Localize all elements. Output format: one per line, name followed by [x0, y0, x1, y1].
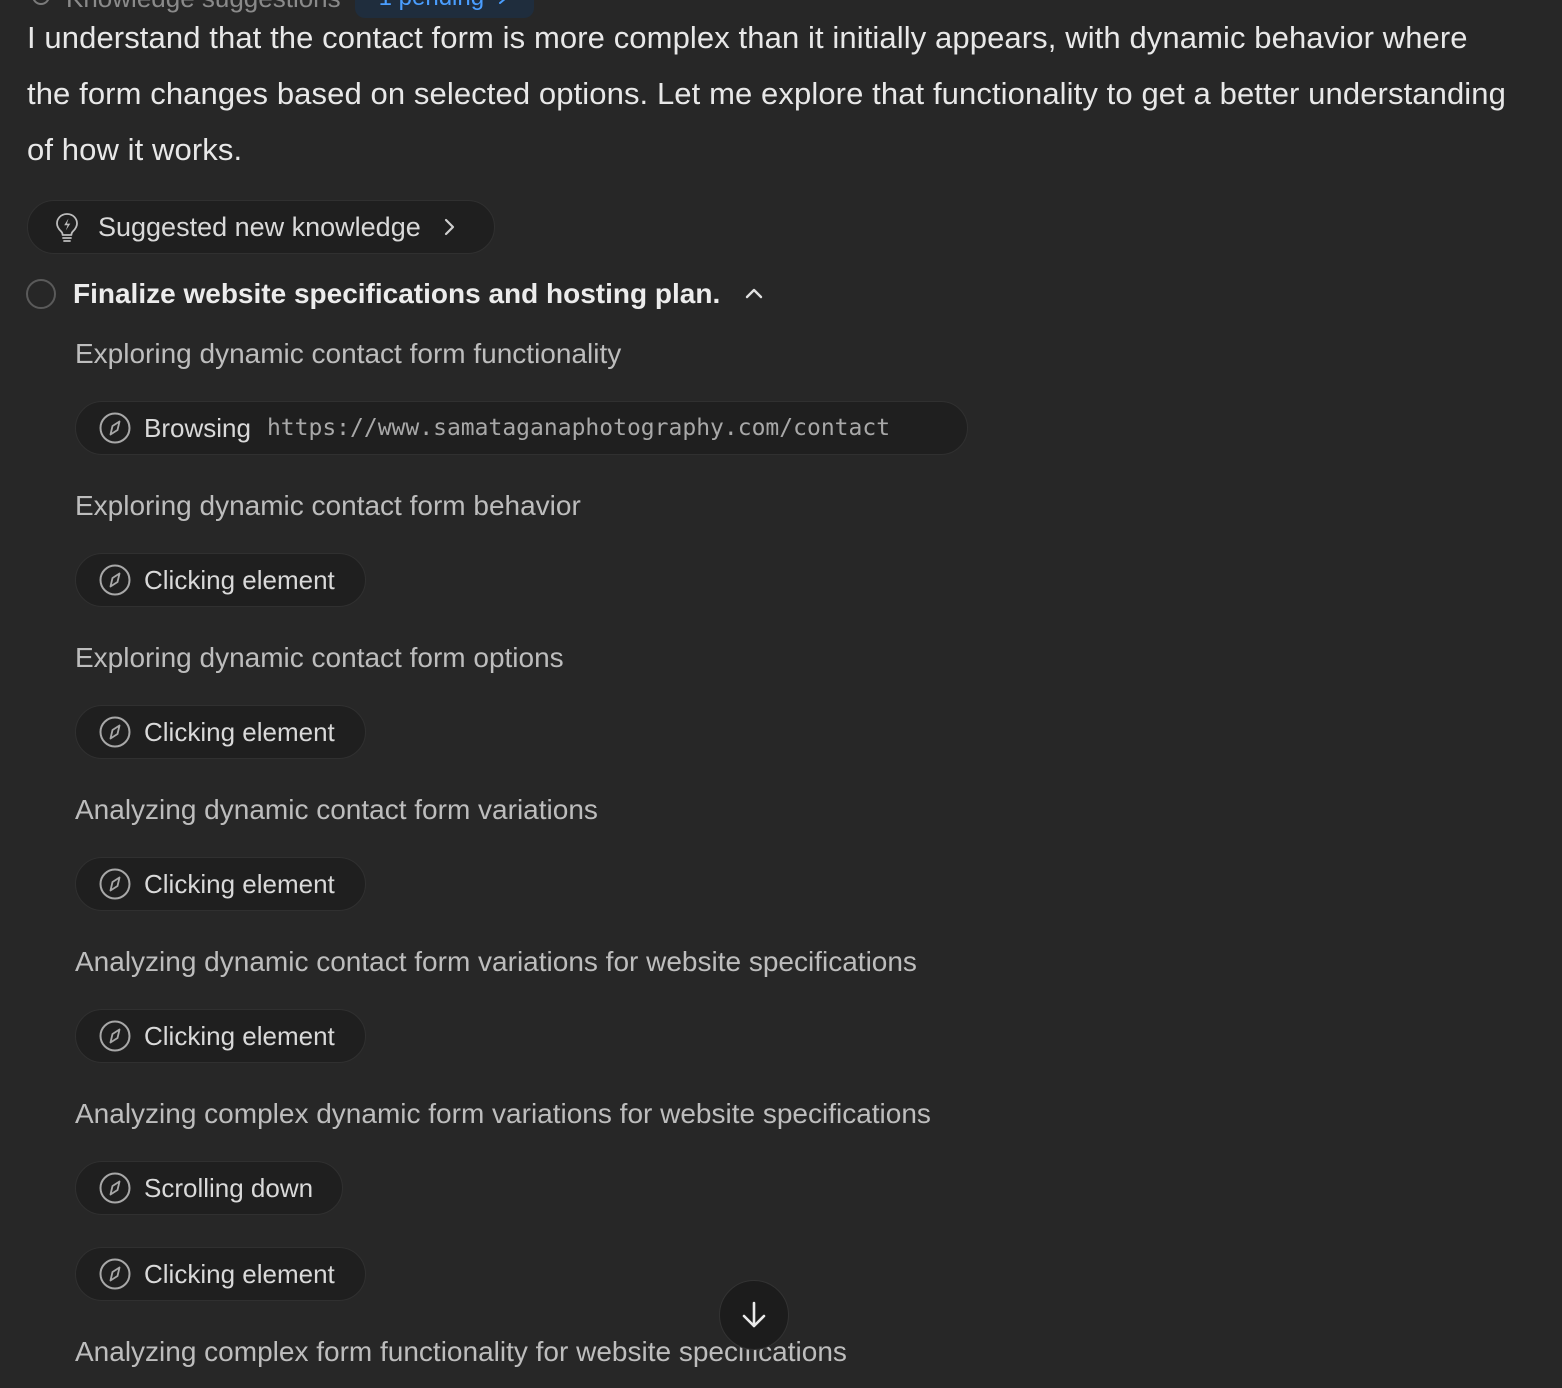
suggested-knowledge-button[interactable]: Suggested new knowledge — [27, 200, 495, 254]
action-label: Clicking element — [144, 1020, 335, 1051]
action-label: Clicking element — [144, 564, 335, 595]
lightbulb-icon — [56, 213, 78, 242]
chevron-right-icon — [444, 218, 454, 236]
assistant-message: I understand that the contact form is mo… — [27, 20, 1506, 167]
chevron-up-icon[interactable] — [742, 282, 766, 306]
step-title: Analyzing dynamic contact form variation… — [75, 794, 598, 825]
step-title: Exploring dynamic contact form behavior — [75, 490, 581, 521]
action-label: Browsing — [144, 412, 251, 443]
compass-icon — [99, 564, 131, 596]
compass-icon — [99, 868, 131, 900]
action-label: Clicking element — [144, 1258, 335, 1289]
compass-icon — [99, 1020, 131, 1052]
step-title: Analyzing dynamic contact form variation… — [75, 946, 917, 977]
task-header[interactable]: Finalize website specifications and host… — [26, 278, 766, 310]
action-pill-clicking[interactable]: Clicking element — [75, 857, 366, 911]
action-label: Clicking element — [144, 716, 335, 747]
suggested-knowledge-label: Suggested new knowledge — [98, 211, 421, 242]
action-pill-clicking[interactable]: Clicking element — [75, 705, 366, 759]
step-title: Analyzing complex dynamic form variation… — [75, 1098, 931, 1129]
chevron-right-icon — [499, 0, 506, 4]
compass-icon — [99, 1172, 131, 1204]
compass-icon — [99, 1258, 131, 1290]
action-label: Clicking element — [144, 868, 335, 899]
scroll-to-bottom-button[interactable] — [719, 1280, 789, 1350]
lightbulb-icon — [32, 0, 50, 5]
step-title: Exploring dynamic contact form options — [75, 642, 564, 673]
action-pill-clicking[interactable]: Clicking element — [75, 1247, 366, 1301]
action-label: Scrolling down — [144, 1172, 314, 1203]
task-title: Finalize website specifications and host… — [73, 278, 721, 309]
action-pill-scrolling[interactable]: Scrolling down — [75, 1161, 343, 1215]
step-title: Exploring dynamic contact form functiona… — [75, 338, 622, 369]
action-pill-clicking[interactable]: Clicking element — [75, 553, 366, 607]
task-status-circle — [26, 279, 56, 309]
compass-icon — [99, 716, 131, 748]
arrow-down-icon — [742, 1301, 766, 1328]
browsing-url: https://www.samataganaphotography.com/co… — [266, 415, 891, 441]
compass-icon — [99, 412, 131, 444]
action-pill-browsing[interactable]: Browsing https://www.samataganaphotograp… — [75, 401, 968, 455]
chat-panel: Knowledge suggestions 1 pending I unders… — [0, 0, 1562, 1388]
action-pill-clicking[interactable]: Clicking element — [75, 1009, 366, 1063]
